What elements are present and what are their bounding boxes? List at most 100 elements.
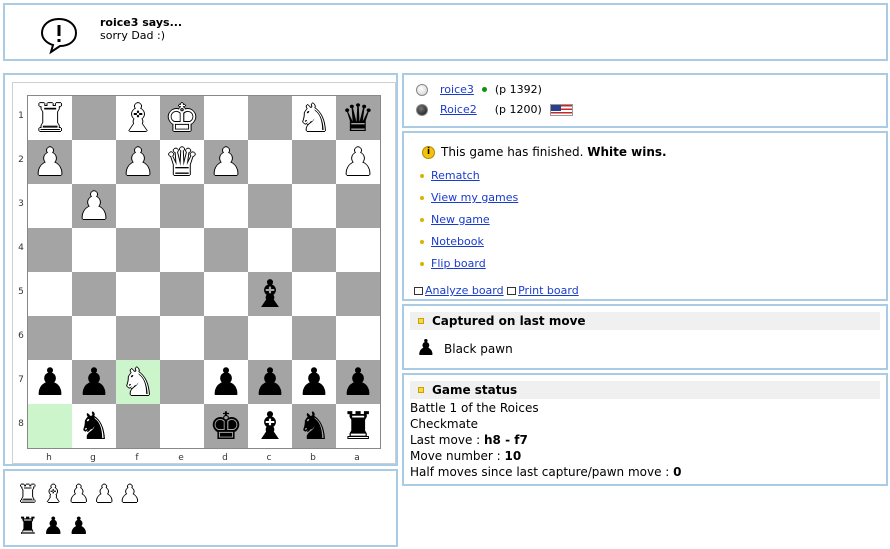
new-game-link[interactable]: New game [431, 213, 490, 226]
square-b4[interactable] [292, 228, 336, 272]
square-a8[interactable]: ♜ [336, 404, 380, 448]
square-e2[interactable]: ♛ [160, 140, 204, 184]
square-c2[interactable] [248, 140, 292, 184]
black-queen-icon[interactable]: ♛ [341, 96, 375, 140]
square-e5[interactable] [160, 272, 204, 316]
square-f4[interactable] [116, 228, 160, 272]
square-b3[interactable] [292, 184, 336, 228]
black-king-icon[interactable]: ♚ [209, 404, 243, 448]
black-pawn-icon[interactable]: ♟ [209, 360, 243, 404]
player-name-link[interactable]: Roice2 [440, 103, 477, 116]
chess-board[interactable]: ♜ ♝ ♚ ♞ ♛ ♟ ♟ ♛ ♟ ♟ ♟ ♝ ♟ ♟ ♞ ♟ ♟ ♟ ♟ ♞ ♚ ♝ ♞ ♜ [27, 95, 381, 449]
analyze-board-link[interactable]: Analyze board [425, 284, 504, 297]
square-f3[interactable] [116, 184, 160, 228]
square-d3[interactable] [204, 184, 248, 228]
white-rook-icon: ♜ [17, 480, 39, 508]
square-f8[interactable] [116, 404, 160, 448]
square-g3[interactable]: ♟ [72, 184, 116, 228]
black-pawn-icon[interactable]: ♟ [253, 360, 287, 404]
square-c5[interactable]: ♝ [248, 272, 292, 316]
square-h7[interactable]: ♟ [28, 360, 72, 404]
square-c3[interactable] [248, 184, 292, 228]
square-e4[interactable] [160, 228, 204, 272]
rematch-link[interactable]: Rematch [431, 169, 480, 182]
black-pawn-icon[interactable]: ♟ [297, 360, 331, 404]
print-board-link[interactable]: Print board [518, 284, 579, 297]
black-bishop-icon[interactable]: ♝ [253, 404, 287, 448]
square-d7[interactable]: ♟ [204, 360, 248, 404]
square-b6[interactable] [292, 316, 336, 360]
square-d2[interactable]: ♟ [204, 140, 248, 184]
square-g8[interactable]: ♞ [72, 404, 116, 448]
square-b7[interactable]: ♟ [292, 360, 336, 404]
white-pawn-icon[interactable]: ♟ [341, 140, 375, 184]
black-pawn-icon[interactable]: ♟ [77, 360, 111, 404]
game-finished-notice: i This game has finished. White wins. [422, 145, 667, 159]
square-h3[interactable] [28, 184, 72, 228]
black-pawn-icon[interactable]: ♟ [33, 360, 67, 404]
square-a1[interactable]: ♛ [336, 96, 380, 140]
square-a7[interactable]: ♟ [336, 360, 380, 404]
square-g7[interactable]: ♟ [72, 360, 116, 404]
white-rook-icon[interactable]: ♜ [33, 96, 67, 140]
square-b2[interactable] [292, 140, 336, 184]
white-bishop-icon[interactable]: ♝ [121, 96, 155, 140]
square-a6[interactable] [336, 316, 380, 360]
square-d6[interactable] [204, 316, 248, 360]
player-name-link[interactable]: roice3 [440, 83, 474, 96]
square-d8[interactable]: ♚ [204, 404, 248, 448]
white-queen-icon[interactable]: ♛ [165, 140, 199, 184]
square-g6[interactable] [72, 316, 116, 360]
white-pawn-icon[interactable]: ♟ [77, 184, 111, 228]
white-pawn-icon[interactable]: ♟ [209, 140, 243, 184]
square-a5[interactable] [336, 272, 380, 316]
square-a2[interactable]: ♟ [336, 140, 380, 184]
square-b1[interactable]: ♞ [292, 96, 336, 140]
square-f1[interactable]: ♝ [116, 96, 160, 140]
white-king-icon[interactable]: ♚ [165, 96, 199, 140]
square-h4[interactable] [28, 228, 72, 272]
square-g4[interactable] [72, 228, 116, 272]
square-h8[interactable] [28, 404, 72, 448]
square-h5[interactable] [28, 272, 72, 316]
square-e3[interactable] [160, 184, 204, 228]
white-pawn-icon[interactable]: ♟ [33, 140, 67, 184]
square-e7[interactable] [160, 360, 204, 404]
black-knight-icon[interactable]: ♞ [297, 404, 331, 448]
square-e1[interactable]: ♚ [160, 96, 204, 140]
square-f2[interactable]: ♟ [116, 140, 160, 184]
white-knight-icon[interactable]: ♞ [121, 360, 155, 404]
square-d5[interactable] [204, 272, 248, 316]
square-c1[interactable] [248, 96, 292, 140]
black-bishop-icon[interactable]: ♝ [253, 272, 287, 316]
square-d4[interactable] [204, 228, 248, 272]
square-a3[interactable] [336, 184, 380, 228]
square-f5[interactable] [116, 272, 160, 316]
view-my-games-link[interactable]: View my games [431, 191, 518, 204]
square-e6[interactable] [160, 316, 204, 360]
black-pawn-icon[interactable]: ♟ [341, 360, 375, 404]
square-g5[interactable] [72, 272, 116, 316]
square-b5[interactable] [292, 272, 336, 316]
square-c6[interactable] [248, 316, 292, 360]
square-g2[interactable] [72, 140, 116, 184]
square-a4[interactable] [336, 228, 380, 272]
square-c4[interactable] [248, 228, 292, 272]
square-b8[interactable]: ♞ [292, 404, 336, 448]
square-d1[interactable] [204, 96, 248, 140]
square-f6[interactable] [116, 316, 160, 360]
square-h1[interactable]: ♜ [28, 96, 72, 140]
notebook-link[interactable]: Notebook [431, 235, 484, 248]
black-rook-icon[interactable]: ♜ [341, 404, 375, 448]
square-g1[interactable] [72, 96, 116, 140]
flip-board-link[interactable]: Flip board [431, 257, 486, 270]
square-e8[interactable] [160, 404, 204, 448]
square-h2[interactable]: ♟ [28, 140, 72, 184]
square-c7[interactable]: ♟ [248, 360, 292, 404]
square-h6[interactable] [28, 316, 72, 360]
square-f7[interactable]: ♞ [116, 360, 160, 404]
white-knight-icon[interactable]: ♞ [297, 96, 331, 140]
white-pawn-icon[interactable]: ♟ [121, 140, 155, 184]
black-knight-icon[interactable]: ♞ [77, 404, 111, 448]
square-c8[interactable]: ♝ [248, 404, 292, 448]
